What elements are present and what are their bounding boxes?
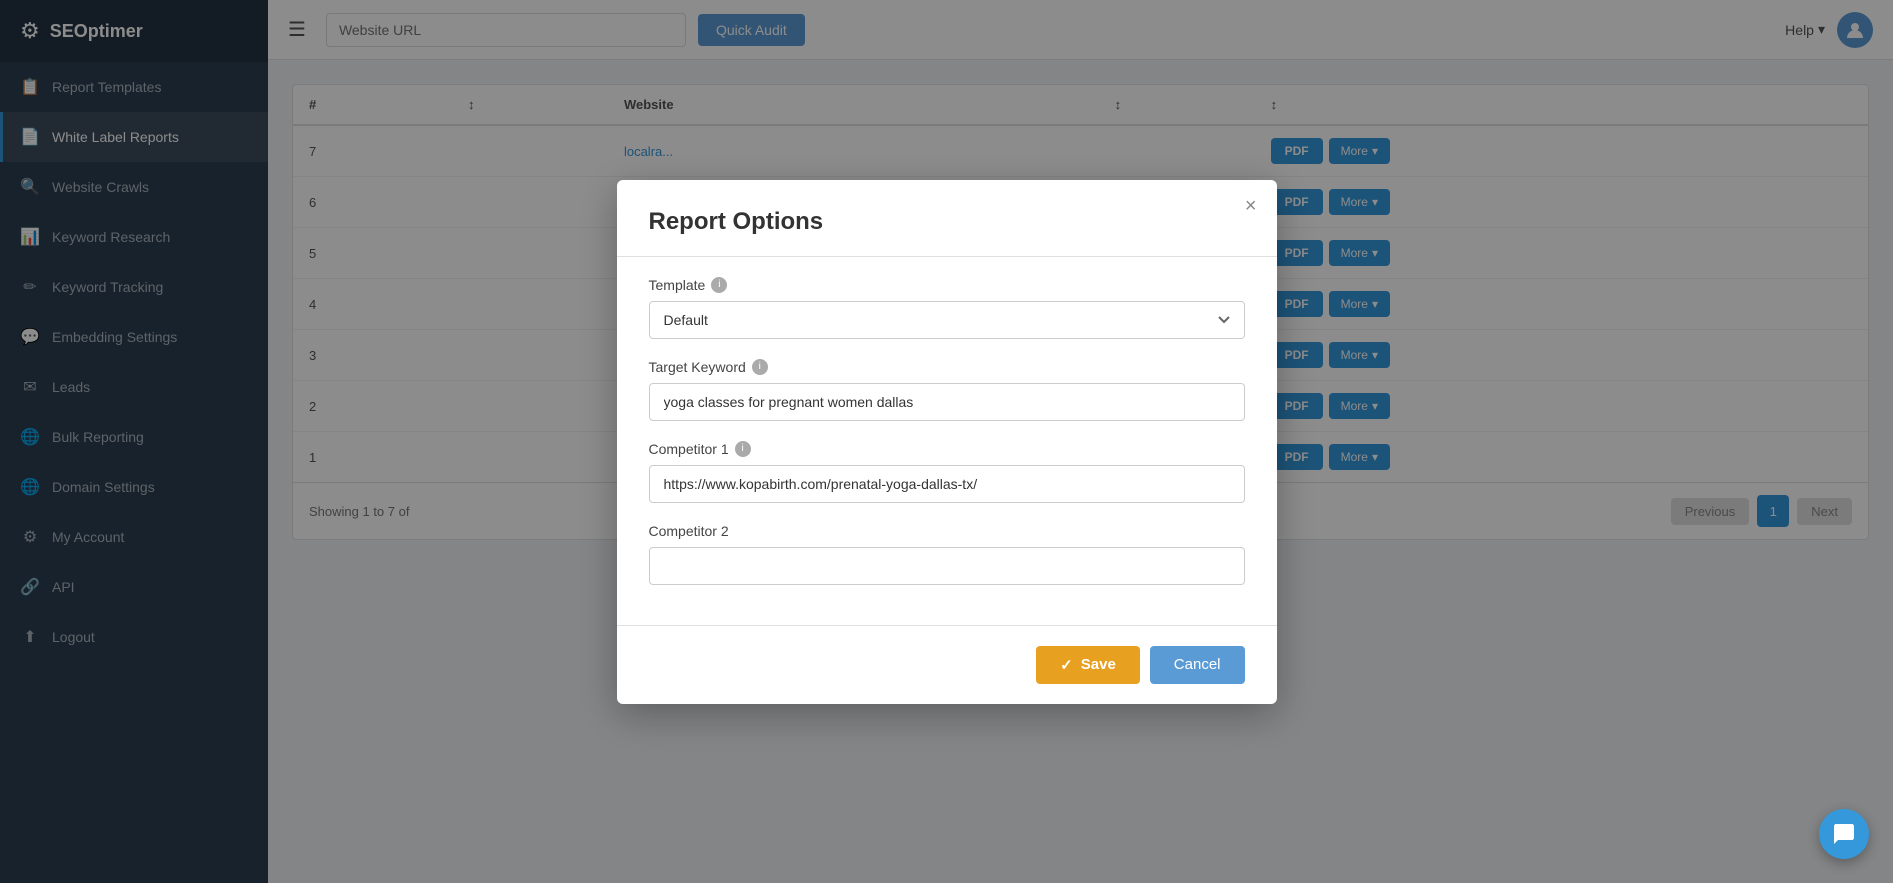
competitor1-info-icon[interactable]: i — [735, 441, 751, 457]
modal-title: Report Options — [649, 208, 1245, 236]
modal-body: Template i Default Target Keyword i Comp… — [617, 277, 1277, 625]
modal-footer: ✓ Save Cancel — [617, 626, 1277, 704]
modal-close-button[interactable]: × — [1245, 196, 1257, 216]
modal-header-divider — [617, 256, 1277, 257]
modal-header: Report Options × — [617, 180, 1277, 256]
target-keyword-input[interactable] — [649, 383, 1245, 421]
competitor2-form-group: Competitor 2 — [649, 523, 1245, 585]
save-check-icon: ✓ — [1060, 656, 1073, 674]
competitor1-form-group: Competitor 1 i — [649, 441, 1245, 503]
competitor1-label: Competitor 1 i — [649, 441, 1245, 457]
template-select[interactable]: Default — [649, 301, 1245, 339]
save-button[interactable]: ✓ Save — [1036, 646, 1140, 684]
template-label: Template i — [649, 277, 1245, 293]
competitor1-input[interactable] — [649, 465, 1245, 503]
template-info-icon[interactable]: i — [711, 277, 727, 293]
target-keyword-info-icon[interactable]: i — [752, 359, 768, 375]
cancel-button[interactable]: Cancel — [1150, 646, 1245, 684]
template-form-group: Template i Default — [649, 277, 1245, 339]
modal-overlay[interactable]: Report Options × Template i Default Targ… — [0, 0, 1893, 883]
competitor2-label: Competitor 2 — [649, 523, 1245, 539]
target-keyword-label: Target Keyword i — [649, 359, 1245, 375]
competitor2-input[interactable] — [649, 547, 1245, 585]
chat-bubble[interactable] — [1819, 809, 1869, 859]
report-options-modal: Report Options × Template i Default Targ… — [617, 180, 1277, 704]
target-keyword-form-group: Target Keyword i — [649, 359, 1245, 421]
